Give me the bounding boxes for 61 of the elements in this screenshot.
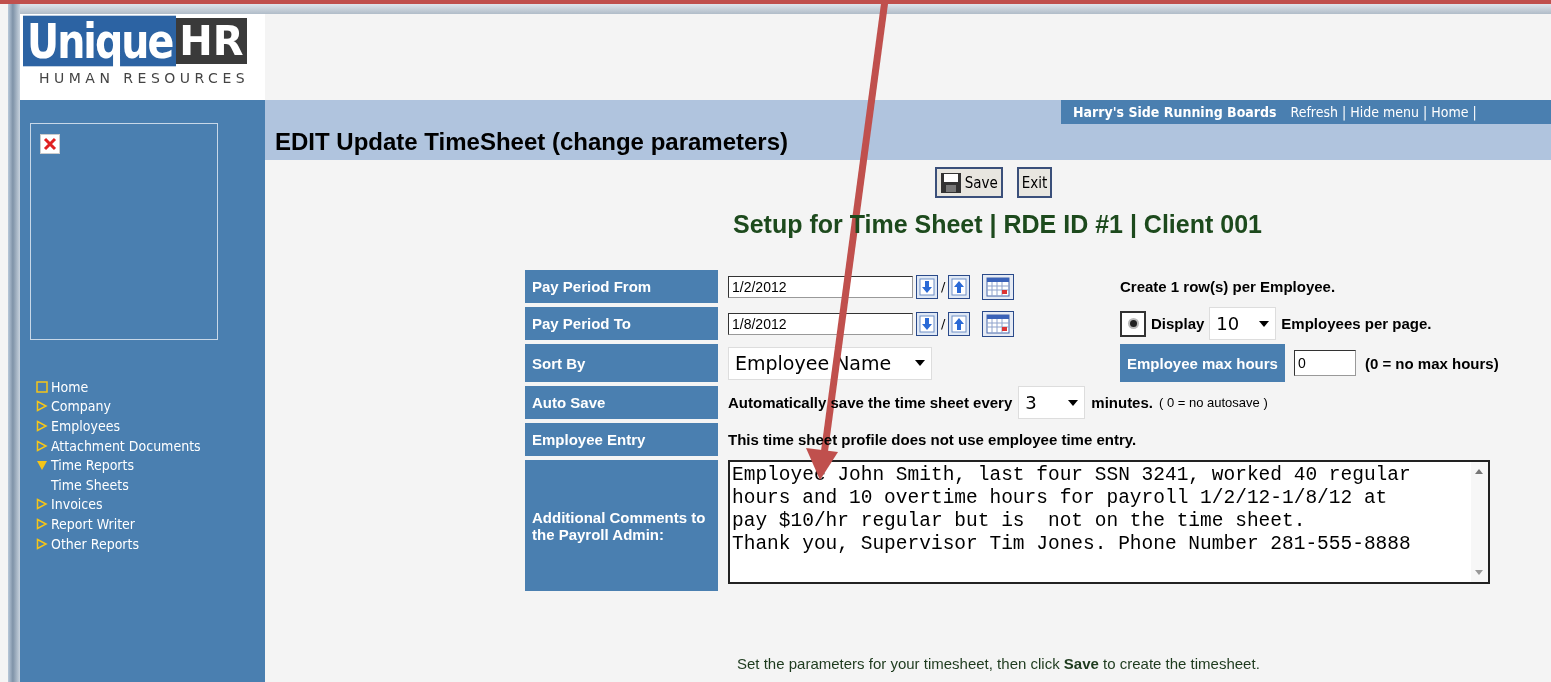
triangle-right-icon	[36, 400, 48, 413]
arrow-down-icon[interactable]	[916, 311, 938, 336]
label: Display	[1151, 315, 1205, 332]
field-label: Additional Comments to the Payroll Admin:	[525, 460, 718, 591]
sidebar-item[interactable]: Other Reports	[36, 533, 139, 554]
separator: |	[1422, 104, 1428, 120]
info-text: Create 1 row(s) per Employee.	[1120, 278, 1336, 295]
nav-link[interactable]: Hide menu	[1350, 104, 1419, 120]
page-title: EDIT Update TimeSheet (change parameters)	[274, 127, 789, 156]
separator: |	[1472, 104, 1477, 120]
label: minutes.	[1091, 394, 1153, 411]
scrollbar[interactable]	[1471, 462, 1488, 582]
field-label: Employee max hours	[1120, 344, 1285, 382]
triangle-right-icon	[36, 517, 48, 530]
account-name: Harry's Side Running Boards	[1073, 104, 1277, 120]
caret-icon	[915, 360, 925, 366]
date-field[interactable]: 1/8/2012	[728, 312, 913, 335]
sidebar-item[interactable]: Invoices	[36, 494, 103, 515]
field-label: Pay Period To	[525, 307, 718, 340]
calendar-icon[interactable]	[982, 273, 1015, 300]
dropdown[interactable]: 10	[1209, 307, 1277, 340]
triangle-right-icon	[36, 420, 48, 432]
dropdown[interactable]: 3	[1018, 386, 1086, 419]
close-icon	[40, 134, 60, 154]
radio-button[interactable]	[1120, 310, 1146, 337]
label: Employees per page.	[1281, 315, 1432, 332]
max-hours-field[interactable]: 0	[1293, 350, 1356, 376]
sidebar-item[interactable]: Time Sheets	[36, 474, 129, 495]
nav-link[interactable]: Home	[1431, 104, 1469, 120]
note: ( 0 = no autosave )	[1159, 395, 1268, 410]
triangle-right-icon	[36, 537, 48, 550]
instruction-text: Set the parameters for your timesheet, then click Save to create the timesheet.	[737, 655, 1260, 672]
sidebar-item[interactable]: Report Writer	[36, 514, 136, 534]
separator: /	[941, 279, 946, 294]
note: (0 = no max hours)	[1364, 354, 1499, 372]
sidebar-item[interactable]: Home	[36, 377, 89, 397]
sidebar-item[interactable]: Employees	[36, 416, 120, 436]
field-label: Pay Period From	[525, 270, 718, 303]
sidebar-item[interactable]: Time Reports	[36, 455, 135, 475]
separator: /	[941, 316, 946, 331]
logo: Unique HR HUMAN RESOURCES	[20, 14, 265, 100]
triangle-down-icon	[36, 459, 48, 472]
field-label: Auto Save	[525, 386, 718, 419]
field-label: Employee Entry	[525, 423, 718, 456]
exit-button[interactable]: Exit	[1016, 167, 1053, 198]
sidebar-item[interactable]: Attachment Documents	[36, 435, 201, 456]
arrow-up-icon[interactable]	[948, 274, 971, 299]
caret-icon	[1259, 320, 1270, 327]
triangle-right-icon	[36, 498, 48, 511]
arrow-up-icon[interactable]	[948, 311, 971, 336]
caret-icon	[1068, 399, 1079, 406]
triangle-right-icon	[36, 439, 48, 452]
sidebar-item[interactable]: Company	[36, 396, 111, 417]
separator: |	[1342, 104, 1347, 120]
save-button[interactable]: Save	[934, 167, 1003, 198]
date-field[interactable]: 1/2/2012	[728, 275, 913, 298]
square-icon	[36, 380, 48, 393]
calendar-icon[interactable]	[982, 310, 1015, 337]
nav-link[interactable]: Refresh	[1290, 104, 1338, 120]
arrow-down-icon[interactable]	[916, 274, 938, 299]
field-label: Sort By	[525, 344, 718, 382]
